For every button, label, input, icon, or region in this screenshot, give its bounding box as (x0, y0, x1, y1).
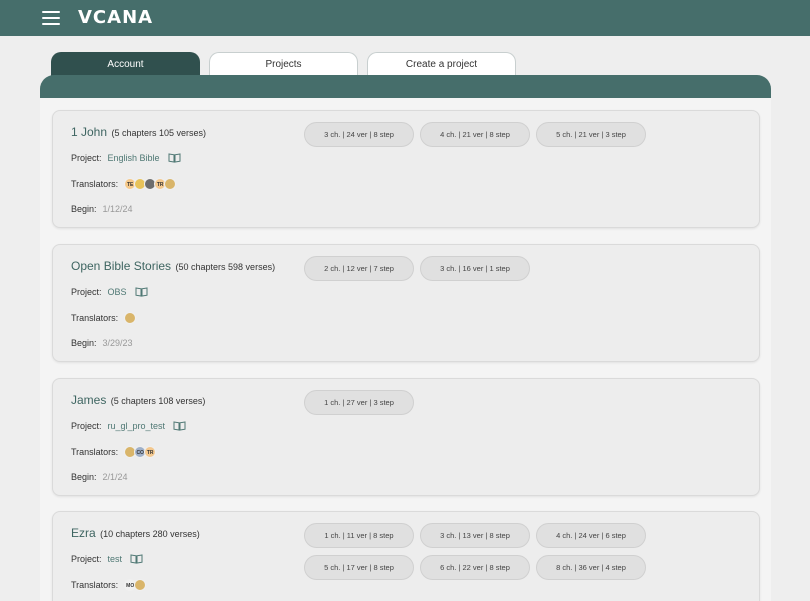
chapter-chip[interactable]: 8 ch. | 36 ver | 4 step (536, 555, 646, 580)
book-name[interactable]: James (71, 393, 106, 407)
card-title: James (5 chapters 108 verses) (71, 391, 205, 409)
chapter-chip[interactable]: 3 ch. | 16 ver | 1 step (420, 256, 530, 281)
chapter-chip[interactable]: 5 ch. | 21 ver | 3 step (536, 122, 646, 147)
translators-label: Translators: (71, 580, 119, 590)
project-label: Project: (71, 554, 102, 564)
chapter-chip[interactable]: 2 ch. | 12 ver | 7 step (304, 256, 414, 281)
chapter-chip[interactable]: 4 ch. | 21 ver | 8 step (420, 122, 530, 147)
begin-row: Begin: 2/1/24 (71, 472, 128, 482)
begin-label: Begin: (71, 338, 97, 348)
chapter-chip[interactable]: 1 ch. | 11 ver | 8 step (304, 523, 414, 548)
project-row: Project: ru_gl_pro_test (71, 421, 186, 431)
app-logo[interactable]: VCANA (78, 7, 153, 28)
avatar[interactable] (134, 579, 147, 591)
begin-label: Begin: (71, 204, 97, 214)
avatar[interactable] (164, 178, 177, 190)
translators-row: Translators: (71, 312, 137, 324)
book-meta: (5 chapters 108 verses) (110, 396, 206, 406)
project-link[interactable]: test (108, 554, 123, 564)
avatar[interactable] (124, 312, 137, 324)
book-name[interactable]: Open Bible Stories (71, 259, 171, 273)
translators-label: Translators: (71, 313, 119, 323)
card-title: 1 John (5 chapters 105 verses) (71, 123, 206, 141)
chapter-chip[interactable]: 6 ch. | 22 ver | 8 step (420, 555, 530, 580)
translators-label: Translators: (71, 447, 119, 457)
project-card-james[interactable]: James (5 chapters 108 verses) Project: r… (52, 378, 760, 496)
avatar[interactable]: TR (144, 446, 157, 458)
begin-row: Begin: 3/29/23 (71, 338, 133, 348)
panel-header (40, 75, 771, 99)
book-meta: (10 chapters 280 verses) (100, 529, 200, 539)
book-icon[interactable] (173, 421, 186, 431)
translator-avatars (124, 312, 137, 324)
project-row: Project: English Bible (71, 153, 181, 163)
book-name[interactable]: 1 John (71, 125, 107, 139)
project-label: Project: (71, 153, 102, 163)
begin-label: Begin: (71, 472, 97, 482)
tab-account[interactable]: Account (51, 52, 200, 76)
translator-avatars: CO TR (124, 446, 157, 458)
project-card-obs[interactable]: Open Bible Stories (50 chapters 598 vers… (52, 244, 760, 362)
begin-date: 3/29/23 (102, 338, 133, 348)
translator-avatars: TE TR (124, 178, 177, 190)
book-meta: (5 chapters 105 verses) (111, 128, 207, 138)
begin-row: Begin: 1/12/24 (71, 204, 133, 214)
chapter-chip[interactable]: 1 ch. | 27 ver | 3 step (304, 390, 414, 415)
project-card-ezra[interactable]: Ezra (10 chapters 280 verses) Project: t… (52, 511, 760, 601)
book-icon[interactable] (135, 287, 148, 297)
project-label: Project: (71, 421, 102, 431)
begin-date: 2/1/24 (102, 472, 128, 482)
tab-projects[interactable]: Projects (209, 52, 358, 76)
begin-date: 1/12/24 (102, 204, 133, 214)
translators-row: Translators: MO (71, 579, 147, 591)
book-meta: (50 chapters 598 verses) (175, 262, 276, 272)
projects-panel: 1 John (5 chapters 105 verses) Project: … (40, 98, 771, 601)
menu-icon[interactable] (42, 11, 60, 25)
project-link[interactable]: ru_gl_pro_test (108, 421, 166, 431)
project-card-1-john[interactable]: 1 John (5 chapters 105 verses) Project: … (52, 110, 760, 228)
book-icon[interactable] (168, 153, 181, 163)
card-title: Open Bible Stories (50 chapters 598 vers… (71, 257, 275, 275)
card-title: Ezra (10 chapters 280 verses) (71, 524, 200, 542)
project-link[interactable]: English Bible (108, 153, 160, 163)
book-icon[interactable] (130, 554, 143, 564)
chapter-chip[interactable]: 3 ch. | 24 ver | 8 step (304, 122, 414, 147)
project-row: Project: test (71, 554, 143, 564)
project-link[interactable]: OBS (108, 287, 127, 297)
tab-create-project[interactable]: Create a project (367, 52, 516, 76)
translator-avatars: MO (124, 579, 147, 591)
chapter-chip[interactable]: 5 ch. | 17 ver | 8 step (304, 555, 414, 580)
book-name[interactable]: Ezra (71, 526, 96, 540)
translators-row: Translators: CO TR (71, 446, 157, 458)
project-row: Project: OBS (71, 287, 148, 297)
chapter-chip[interactable]: 4 ch. | 24 ver | 6 step (536, 523, 646, 548)
chapter-chip[interactable]: 3 ch. | 13 ver | 8 step (420, 523, 530, 548)
translators-label: Translators: (71, 179, 119, 189)
translators-row: Translators: TE TR (71, 178, 177, 190)
top-bar: VCANA (0, 0, 810, 36)
project-label: Project: (71, 287, 102, 297)
